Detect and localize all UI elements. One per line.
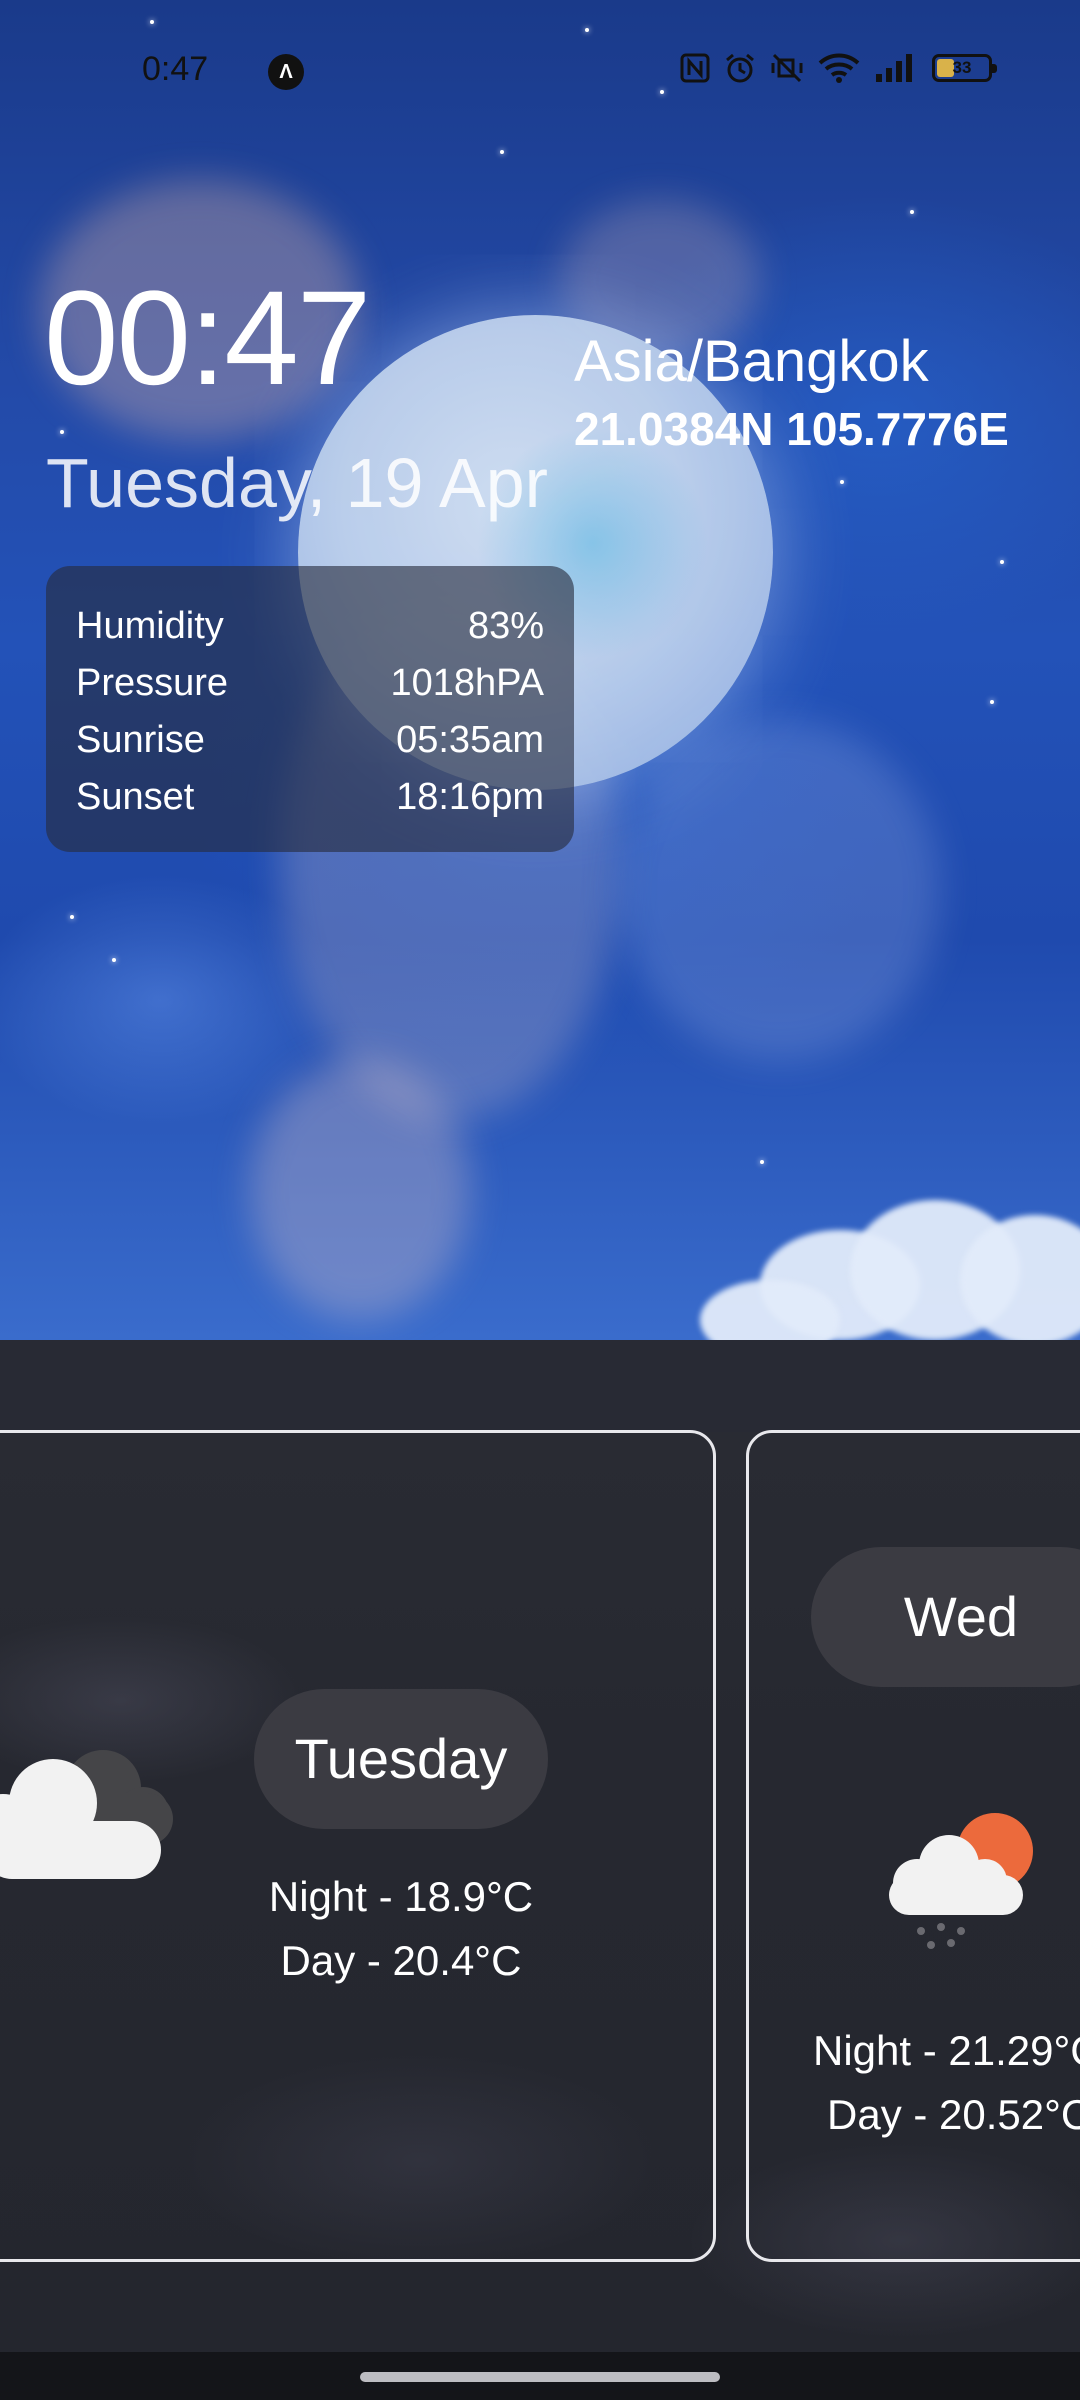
star	[990, 700, 994, 704]
night-temp: Night - 18.9°C	[268, 1873, 534, 1920]
day-pill: Wed	[811, 1547, 1080, 1687]
star	[500, 150, 504, 154]
detail-value: 18:16pm	[396, 776, 544, 818]
star	[112, 958, 116, 962]
panel-header-band	[0, 1340, 1080, 1432]
day-pill: Tuesday	[254, 1689, 548, 1829]
day-temp: Day - 20.52°C	[827, 2091, 1080, 2138]
sun-cloud-rain-icon	[889, 1813, 1033, 1949]
star	[910, 210, 914, 214]
battery-icon: 33	[932, 54, 997, 82]
star	[70, 915, 74, 919]
app-notification-icon: Λ	[268, 54, 304, 90]
detail-value: 05:35am	[396, 719, 544, 761]
vibrate-off-icon	[771, 53, 803, 83]
clock-date: Tuesday, 19 Apr	[46, 444, 548, 522]
home-gesture-handle[interactable]	[360, 2372, 720, 2382]
detail-label: Pressure	[76, 662, 229, 704]
coordinates-label: 21.0384N 105.7776E	[574, 403, 1009, 455]
nebula-cloud	[250, 1060, 470, 1320]
alarm-icon	[726, 53, 754, 83]
battery-tip	[992, 64, 997, 73]
star	[585, 28, 589, 32]
wifi-icon	[818, 53, 860, 83]
star	[840, 480, 844, 484]
status-time: 0:47	[142, 50, 209, 88]
clock-time: 00:47	[44, 264, 371, 413]
day-temp: Day - 20.4°C	[280, 1937, 522, 1984]
detail-label: Sunrise	[76, 719, 205, 761]
night-temp: Night - 21.29°C	[813, 2027, 1080, 2074]
star	[760, 1160, 764, 1164]
signal-icon	[876, 54, 912, 82]
star	[1000, 560, 1004, 564]
detail-row-humidity: Humidity 83%	[76, 598, 544, 655]
app-screen: 0:47 Λ 33 00:47 Tuesday, 19 Apr Asia/Ban…	[0, 0, 1080, 2400]
forecast-card-tuesday[interactable]: Tuesday Night - 18.9°C Day - 20.4°C	[0, 1430, 716, 2262]
detail-row-sunrise: Sunrise 05:35am	[76, 712, 544, 769]
detail-label: Humidity	[76, 605, 224, 647]
forecast-temps: Night - 21.29°C Day - 20.52°C	[769, 2019, 1080, 2147]
status-bar: 0:47 Λ 33	[0, 40, 1080, 104]
navigation-bar	[0, 2352, 1080, 2400]
star	[60, 430, 64, 434]
nfc-icon	[680, 53, 710, 83]
forecast-card-wed[interactable]: Wed Night - 21.29°C Day - 20.52°C	[746, 1430, 1080, 2262]
detail-value: 83%	[467, 605, 544, 647]
status-icons: 33	[680, 52, 997, 84]
detail-value: 1018hPA	[390, 662, 544, 704]
forecast-panel[interactable]: Tuesday Night - 18.9°C Day - 20.4°C Wed	[0, 1340, 1080, 2400]
weather-details-card: Humidity 83% Pressure 1018hPA Sunrise 05…	[46, 566, 574, 852]
cloudy-icon	[0, 1750, 173, 1879]
timezone-label: Asia/Bangkok	[574, 329, 929, 394]
battery-level: 33	[952, 58, 972, 77]
detail-label: Sunset	[76, 776, 195, 818]
detail-row-pressure: Pressure 1018hPA	[76, 655, 544, 712]
forecast-temps: Night - 18.9°C Day - 20.4°C	[171, 1865, 631, 1993]
nebula-cloud	[620, 720, 940, 1060]
star	[150, 20, 154, 24]
detail-row-sunset: Sunset 18:16pm	[76, 769, 544, 826]
